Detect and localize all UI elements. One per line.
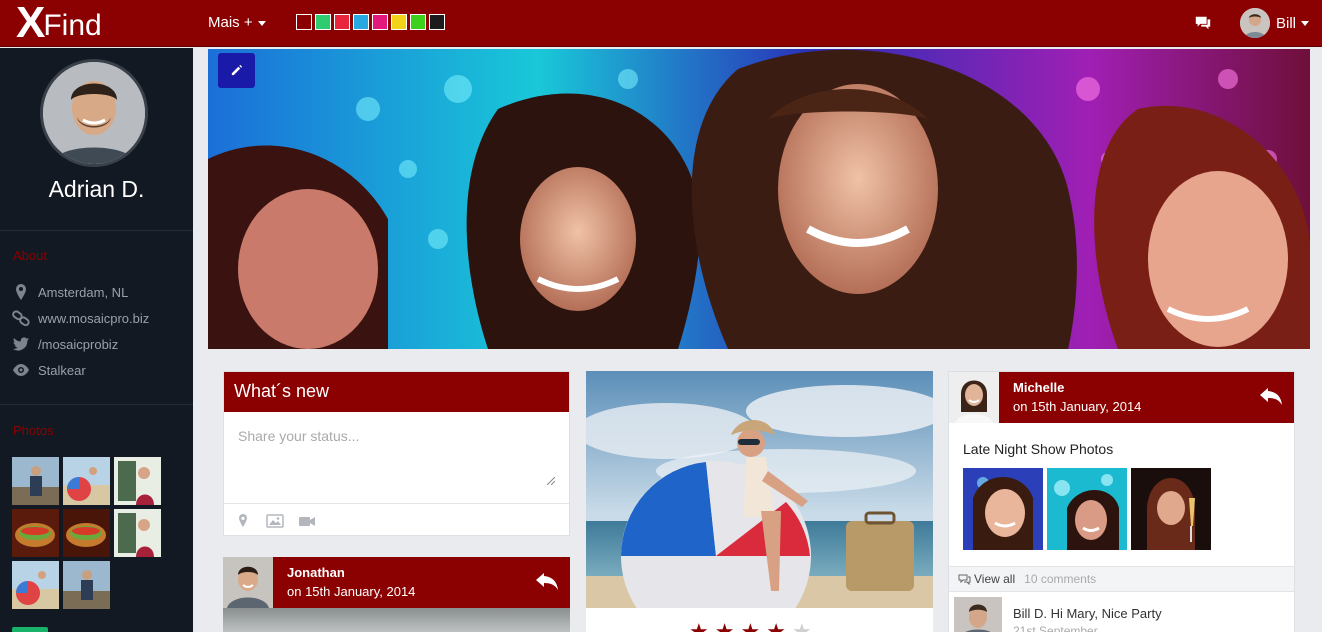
profile-name: Adrian D. xyxy=(48,176,145,202)
comment-text: Hi Mary, Nice Party xyxy=(1050,606,1162,621)
color-swatch[interactable] xyxy=(334,14,350,30)
app-logo[interactable]: X Find xyxy=(16,0,102,47)
color-swatch[interactable] xyxy=(410,14,426,30)
photo-grid xyxy=(12,457,162,609)
user-avatar xyxy=(1240,8,1270,38)
whats-new-title: What´s new xyxy=(224,372,569,412)
post-date: on 15th January, 2014 xyxy=(1013,399,1142,414)
post-card-michelle: Michelle on 15th January, 2014 Late Nigh… xyxy=(948,371,1295,632)
resize-grip-icon[interactable] xyxy=(547,477,555,485)
author-name[interactable]: Michelle xyxy=(1013,380,1064,395)
twitter-icon xyxy=(13,337,29,351)
watch-text: Stalkear xyxy=(38,362,86,378)
color-swatch[interactable] xyxy=(353,14,369,30)
user-name: Bill xyxy=(1276,14,1297,32)
star-icon[interactable]: ★ xyxy=(689,621,709,632)
top-navbar: X Find Mais + Bill xyxy=(0,0,1322,47)
post-card-jonathan: Jonathan on 15th January, 2014 xyxy=(223,557,570,632)
photo-thumbnail[interactable] xyxy=(114,457,161,505)
photo-post-card: ★ ★ ★ ★ ★ xyxy=(586,371,933,632)
color-swatch[interactable] xyxy=(391,14,407,30)
view-all-label: View all xyxy=(974,572,1016,586)
view-all-comments-link[interactable]: View all xyxy=(958,572,1015,586)
commenter-avatar[interactable] xyxy=(954,597,1002,632)
star-icon[interactable]: ★ xyxy=(740,621,760,632)
star-rating[interactable]: ★ ★ ★ ★ ★ xyxy=(689,621,812,632)
photo-thumbnail[interactable] xyxy=(63,457,110,505)
more-menu-label: Mais + xyxy=(208,14,253,31)
reply-all-icon[interactable] xyxy=(534,571,560,591)
pencil-icon xyxy=(231,64,243,76)
color-swatch[interactable] xyxy=(372,14,388,30)
status-tools xyxy=(224,506,569,536)
color-swatch[interactable] xyxy=(296,14,312,30)
image-icon[interactable] xyxy=(266,513,284,529)
twitter-handle: /mosaicprobiz xyxy=(38,336,119,352)
profile-sidebar: Adrian D. About Amsterdam, NL www.mosaic… xyxy=(0,48,193,632)
status-input[interactable] xyxy=(224,412,569,504)
photo-thumbnail[interactable] xyxy=(63,561,110,609)
divider xyxy=(0,230,193,231)
post-date: on 15th January, 2014 xyxy=(287,584,416,599)
divider xyxy=(0,404,193,405)
about-website[interactable]: www.mosaicpro.biz xyxy=(12,309,149,327)
website-link: www.mosaicpro.biz xyxy=(38,310,150,326)
user-menu[interactable]: Bill xyxy=(1240,8,1310,38)
comments-icon xyxy=(958,574,971,585)
reply-all-icon[interactable] xyxy=(1258,386,1284,406)
about-heading: About xyxy=(13,248,47,263)
location-text: Amsterdam, NL xyxy=(38,284,129,300)
gallery-photo[interactable] xyxy=(1131,468,1211,550)
chat-icon[interactable] xyxy=(1194,14,1212,32)
post-photo[interactable] xyxy=(586,371,933,608)
photo-thumbnail[interactable] xyxy=(63,509,110,557)
gallery-photo[interactable] xyxy=(1047,468,1127,550)
comments-count[interactable]: 10 comments xyxy=(1024,572,1096,586)
post-header: Jonathan on 15th January, 2014 xyxy=(223,557,570,608)
map-marker-icon xyxy=(16,284,26,300)
edit-cover-button[interactable] xyxy=(218,53,255,88)
about-watch[interactable]: Stalkear xyxy=(12,361,86,379)
theme-color-picker xyxy=(296,14,445,30)
post-title: Late Night Show Photos xyxy=(963,441,1114,457)
eye-icon xyxy=(13,364,29,376)
star-icon[interactable]: ★ xyxy=(715,621,735,632)
photo-thumbnail[interactable] xyxy=(12,509,59,557)
comment-date: 21st September xyxy=(1013,624,1098,632)
about-twitter[interactable]: /mosaicprobiz xyxy=(12,335,118,353)
color-swatch[interactable] xyxy=(429,14,445,30)
caret-down-icon xyxy=(1301,20,1310,26)
color-swatch[interactable] xyxy=(315,14,331,30)
profile-photo[interactable] xyxy=(40,59,148,167)
comments-bar: View all 10 comments xyxy=(949,566,1294,592)
post-header: Michelle on 15th January, 2014 xyxy=(949,372,1294,423)
photo-thumbnail[interactable] xyxy=(12,561,59,609)
more-menu-button[interactable]: Mais + xyxy=(208,14,266,31)
author-avatar[interactable] xyxy=(949,372,999,423)
video-camera-icon[interactable] xyxy=(298,513,316,529)
photos-heading: Photos xyxy=(13,423,54,438)
photo-thumbnail[interactable] xyxy=(114,509,161,557)
cover-photo xyxy=(208,49,1310,349)
whats-new-card: What´s new xyxy=(223,371,570,536)
photo-thumbnail[interactable] xyxy=(12,457,59,505)
author-avatar[interactable] xyxy=(223,557,273,608)
location-pin-icon[interactable] xyxy=(234,513,252,529)
star-icon[interactable]: ★ xyxy=(792,621,812,632)
status-badge xyxy=(12,627,48,632)
comment-line: Bill D. Hi Mary, Nice Party xyxy=(1013,606,1162,621)
star-icon[interactable]: ★ xyxy=(766,621,786,632)
caret-down-icon xyxy=(257,20,266,26)
author-name[interactable]: Jonathan xyxy=(287,565,345,580)
logo-text: Find xyxy=(43,9,102,42)
post-photo[interactable] xyxy=(223,608,570,632)
link-icon xyxy=(12,310,30,327)
post-photo-gallery xyxy=(963,468,1211,550)
logo-x: X xyxy=(16,0,45,47)
about-location: Amsterdam, NL xyxy=(12,283,128,301)
gallery-photo[interactable] xyxy=(963,468,1043,550)
comment-author[interactable]: Bill D. xyxy=(1013,606,1047,621)
